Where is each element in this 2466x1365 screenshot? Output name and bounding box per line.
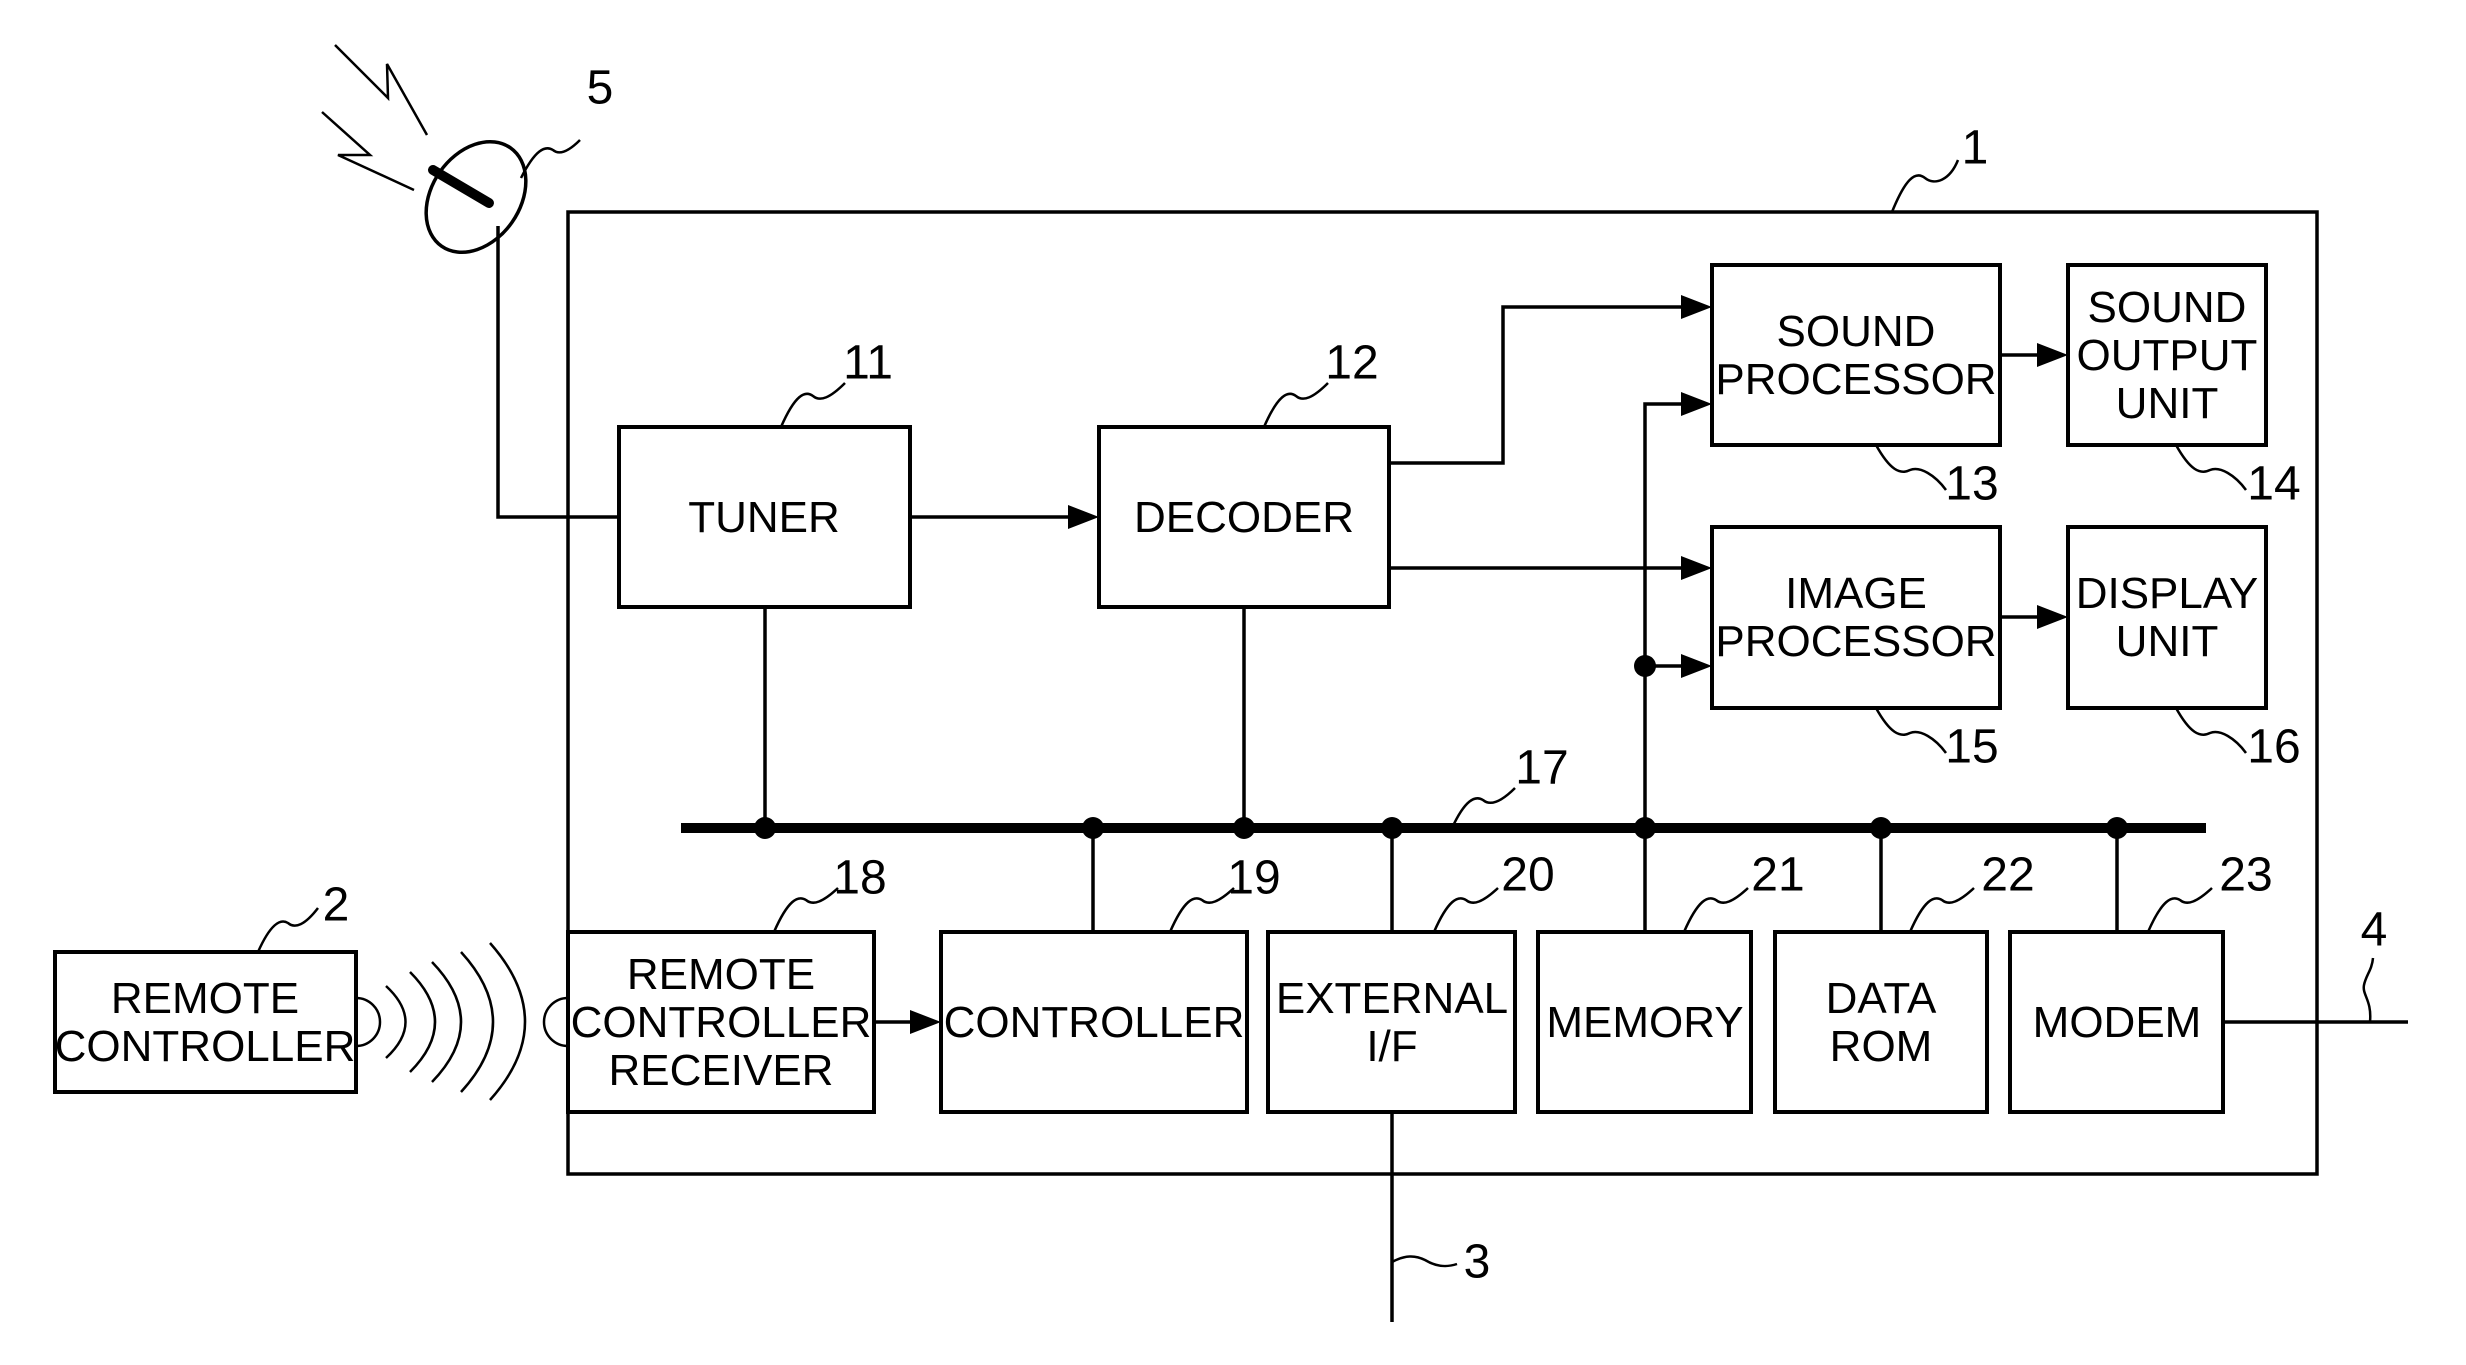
tv-block-diagram: TUNER DECODER SOUND PROCESSOR SOUND OUTPUT… (53, 44, 2408, 1322)
image-processor-block: IMAGE PROCESSOR (1710, 525, 2002, 710)
controller-label: CONTROLLER (944, 998, 1245, 1047)
decoder-block: DECODER (1097, 425, 1391, 609)
block-label-line: DISPLAY (2076, 569, 2259, 618)
block-label-line: CONTROLLER (571, 998, 872, 1047)
block-label-line: DECODER (1134, 493, 1354, 542)
ref-controller: 19 (1227, 852, 1280, 905)
block-label-line: DATA (1826, 974, 1937, 1023)
ref-device: 1 (1962, 122, 1989, 175)
antenna-wire (496, 226, 619, 519)
controller-block: CONTROLLER (939, 930, 1249, 1114)
block-label-line: CONTROLLER (55, 1022, 356, 1071)
block-label-line: UNIT (2116, 379, 2219, 428)
modem-block: MODEM (2008, 930, 2225, 1114)
wireless-signal-icon (355, 942, 569, 1101)
block-label-line: PROCESSOR (1715, 355, 1996, 404)
ref-network-line: 4 (2361, 904, 2388, 957)
memory-label: MEMORY (1546, 998, 1743, 1047)
block-label-line: REMOTE (627, 950, 815, 999)
antenna-icon (321, 44, 528, 254)
junction-dot (1870, 817, 1892, 839)
block-label-line: RECEIVER (609, 1046, 834, 1095)
ref-antenna: 5 (587, 62, 614, 115)
junction-dot (1634, 655, 1656, 677)
ref-remote-controller-receiver: 18 (833, 852, 886, 905)
display-unit-block: DISPLAY UNIT (2066, 525, 2268, 710)
junction-dot (2106, 817, 2128, 839)
data-rom-label: DATA ROM (1826, 974, 1937, 1071)
ref-sound-processor: 13 (1945, 458, 1998, 511)
memory-block: MEMORY (1536, 930, 1753, 1114)
junction-dot (1381, 817, 1403, 839)
block-label-line: UNIT (2116, 617, 2219, 666)
tuner-block: TUNER (617, 425, 912, 609)
sound-processor-block: SOUND PROCESSOR (1710, 263, 2002, 447)
block-label-line: I/F (1366, 1022, 1417, 1071)
junction-dot (1082, 817, 1104, 839)
block-label-line: REMOTE (111, 974, 299, 1023)
ref-external-if: 20 (1501, 849, 1554, 902)
ref-modem: 23 (2219, 849, 2272, 902)
block-label-line: PROCESSOR (1715, 617, 1996, 666)
ref-remote-controller: 2 (323, 879, 350, 932)
ref-external-line: 3 (1464, 1236, 1491, 1289)
junction-dot (1634, 817, 1656, 839)
decoder-label: DECODER (1134, 493, 1354, 542)
block-label-line: SOUND (1777, 307, 1936, 356)
block-label-line: OUTPUT (2077, 331, 2258, 380)
remote-controller-receiver-block: REMOTE CONTROLLER RECEIVER (566, 930, 876, 1114)
remote-controller-block: REMOTE CONTROLLER (53, 950, 358, 1094)
block-label-line: CONTROLLER (944, 998, 1245, 1047)
modem-label: MODEM (2033, 998, 2202, 1047)
tuner-label: TUNER (688, 493, 840, 542)
ref-display-unit: 16 (2247, 721, 2300, 774)
block-label-line: ROM (1830, 1022, 1933, 1071)
ref-image-processor: 15 (1945, 721, 1998, 774)
block-label-line: SOUND (2088, 283, 2247, 332)
block-label-line: EXTERNAL (1276, 974, 1508, 1023)
ref-tuner: 11 (843, 337, 893, 390)
junction-dot (754, 817, 776, 839)
sound-output-unit-block: SOUND OUTPUT UNIT (2066, 263, 2268, 447)
ref-bus: 17 (1515, 742, 1568, 795)
ref-memory: 21 (1751, 849, 1804, 902)
signal-wires (763, 305, 2408, 1322)
block-label-line: TUNER (688, 493, 840, 542)
block-label-line: IMAGE (1785, 569, 1927, 618)
junction-dot (1233, 817, 1255, 839)
block-label-line: MODEM (2033, 998, 2202, 1047)
data-rom-block: DATA ROM (1773, 930, 1989, 1114)
external-if-block: EXTERNAL I/F (1266, 930, 1517, 1114)
ref-sound-output-unit: 14 (2247, 458, 2300, 511)
ref-data-rom: 22 (1981, 849, 2034, 902)
block-label-line: MEMORY (1546, 998, 1743, 1047)
ref-decoder: 12 (1325, 337, 1378, 390)
